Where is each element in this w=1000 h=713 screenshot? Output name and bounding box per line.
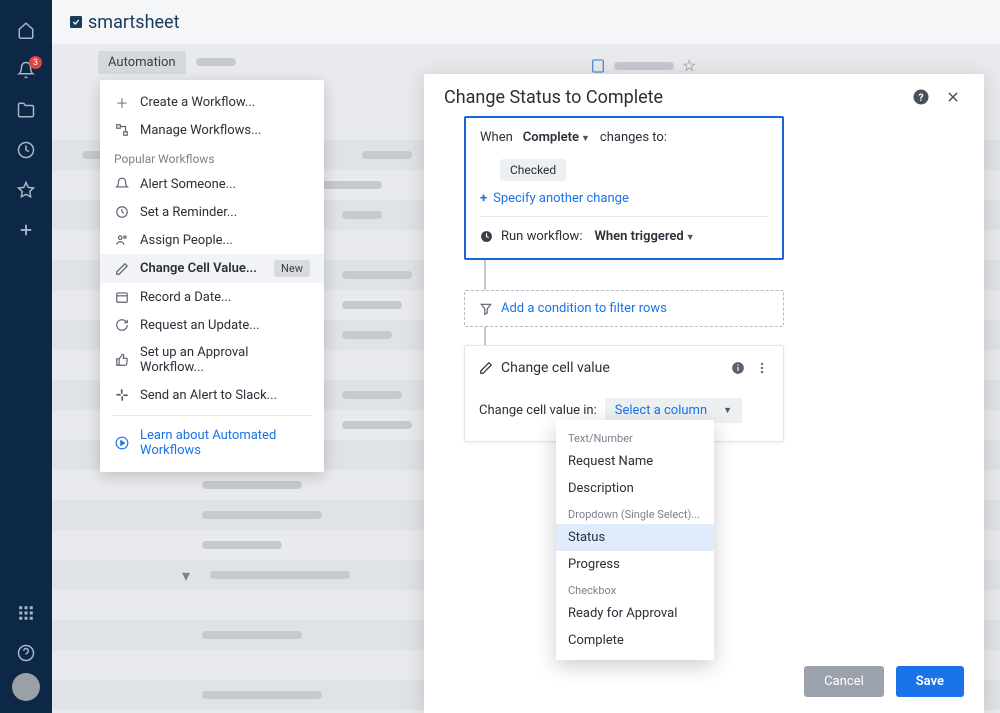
cancel-button[interactable]: Cancel	[804, 666, 884, 697]
connector-line	[484, 327, 486, 345]
people-icon	[114, 232, 130, 248]
refresh-icon	[114, 317, 130, 333]
sheet-header: ☆	[590, 56, 696, 75]
menu-slack-alert[interactable]: Send an Alert to Slack...	[100, 381, 324, 409]
menu-section-popular: Popular Workflows	[100, 144, 324, 170]
plus-icon: ＋	[114, 94, 130, 110]
pencil-icon	[479, 361, 493, 375]
notification-badge: 3	[29, 56, 42, 69]
menu-alert-someone[interactable]: Alert Someone...	[100, 170, 324, 198]
add-icon[interactable]	[0, 210, 52, 250]
trigger-value-chip[interactable]: Checked	[500, 159, 566, 181]
menu-approval-workflow[interactable]: Set up an Approval Workflow...	[100, 339, 324, 381]
run-workflow-select[interactable]: When triggered▼	[590, 227, 698, 246]
brand-logo: smartsheet	[68, 12, 179, 33]
dropdown-group: Dropdown (Single Select)...	[556, 502, 714, 524]
pencil-icon	[114, 261, 130, 277]
close-icon[interactable]	[942, 86, 964, 108]
dropdown-option[interactable]: Complete	[556, 627, 714, 654]
trigger-block: When Complete▼ changes to: Checked +Spec…	[464, 116, 784, 260]
dropdown-option[interactable]: Progress	[556, 551, 714, 578]
changes-to-label: changes to:	[600, 130, 667, 145]
clock-icon	[480, 230, 493, 243]
menu-request-update[interactable]: Request an Update...	[100, 311, 324, 339]
column-dropdown: Text/Number Request Name Description Dro…	[556, 420, 714, 660]
dropdown-option[interactable]: Ready for Approval	[556, 600, 714, 627]
user-avatar[interactable]	[12, 673, 40, 701]
placeholder	[196, 58, 236, 66]
more-icon[interactable]	[755, 361, 769, 375]
play-circle-icon	[114, 435, 130, 451]
favorites-icon[interactable]	[0, 170, 52, 210]
menu-change-cell-value[interactable]: Change Cell Value... New	[100, 254, 324, 283]
action-title: Change cell value	[501, 360, 610, 376]
menu-manage-workflows[interactable]: Manage Workflows...	[100, 116, 324, 144]
when-label: When	[480, 130, 513, 145]
new-badge: New	[274, 260, 310, 277]
calendar-icon	[114, 289, 130, 305]
menu-assign-people[interactable]: Assign People...	[100, 226, 324, 254]
automation-button[interactable]: Automation	[98, 51, 186, 74]
trigger-column-select[interactable]: Complete▼	[519, 128, 594, 147]
panel-title: Change Status to Complete	[444, 87, 900, 108]
menu-learn-link[interactable]: Learn about Automated Workflows	[100, 422, 324, 464]
dropdown-option[interactable]: Description	[556, 475, 714, 502]
menu-set-reminder[interactable]: Set a Reminder...	[100, 198, 324, 226]
help-icon[interactable]	[0, 633, 52, 673]
home-icon[interactable]	[0, 10, 52, 50]
menu-record-date[interactable]: Record a Date...	[100, 283, 324, 311]
add-condition-button[interactable]: Add a condition to filter rows	[464, 290, 784, 327]
dropdown-group: Checkbox	[556, 578, 714, 600]
connector-line	[484, 260, 486, 290]
change-cell-label: Change cell value in:	[479, 403, 597, 418]
svg-text:?: ?	[918, 91, 923, 104]
help-icon[interactable]: ?	[910, 86, 932, 108]
save-button[interactable]: Save	[896, 666, 964, 697]
thumbs-up-icon	[114, 352, 130, 368]
workflow-icon	[114, 122, 130, 138]
specify-another-link[interactable]: +Specify another change	[480, 191, 768, 206]
slack-icon	[114, 387, 130, 403]
recents-icon[interactable]	[0, 130, 52, 170]
dropdown-option[interactable]: Request Name	[556, 448, 714, 475]
clock-icon	[114, 204, 130, 220]
notifications-icon[interactable]: 3	[0, 50, 52, 90]
star-icon[interactable]: ☆	[682, 56, 696, 75]
dropdown-option[interactable]: Status	[556, 524, 714, 551]
run-workflow-label: Run workflow:	[501, 229, 582, 244]
folder-icon[interactable]	[0, 90, 52, 130]
info-icon[interactable]	[731, 361, 745, 375]
apps-icon[interactable]	[0, 593, 52, 633]
bell-icon	[114, 176, 130, 192]
dropdown-group: Text/Number	[556, 426, 714, 448]
automation-menu: ＋ Create a Workflow... Manage Workflows.…	[100, 80, 324, 472]
menu-create-workflow[interactable]: ＋ Create a Workflow...	[100, 88, 324, 116]
